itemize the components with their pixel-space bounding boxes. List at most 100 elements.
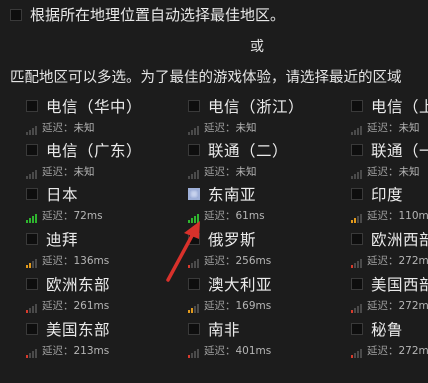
signal-icon xyxy=(188,214,200,223)
signal-icon xyxy=(188,126,200,135)
signal-icon xyxy=(351,214,363,223)
latency-text: 延迟：401ms xyxy=(204,343,271,358)
region-name: 澳大利亚 xyxy=(208,276,273,294)
region-item[interactable]: 联通（二） 延迟：未知 xyxy=(188,139,288,179)
latency-prefix: 延迟： xyxy=(367,210,399,222)
latency-text: 延迟：未知 xyxy=(367,164,420,179)
region-item[interactable]: 美国西部延迟：272ms xyxy=(351,273,428,313)
region-checkbox[interactable] xyxy=(188,144,200,156)
latency-prefix: 延迟： xyxy=(204,166,236,178)
region-name: 电信（广东） xyxy=(46,142,143,160)
latency-text: 延迟：272ms xyxy=(367,343,428,358)
latency-prefix: 延迟： xyxy=(204,255,236,267)
auto-select-label: 根据所在地理位置自动选择最佳地区。 xyxy=(30,6,286,24)
region-item[interactable]: 东南亚延迟：61ms xyxy=(188,183,265,223)
latency-value: 272ms xyxy=(398,345,428,357)
latency-value: 256ms xyxy=(235,255,272,267)
region-checkbox[interactable] xyxy=(351,323,363,335)
region-name: 俄罗斯 xyxy=(208,231,257,249)
region-item[interactable]: 俄罗斯延迟：256ms xyxy=(188,228,271,268)
region-name: 东南亚 xyxy=(208,186,257,204)
region-checkbox[interactable] xyxy=(188,233,200,245)
signal-icon xyxy=(188,349,200,358)
region-checkbox[interactable] xyxy=(26,188,38,200)
region-checkbox[interactable] xyxy=(351,233,363,245)
region-checkbox[interactable] xyxy=(26,233,38,245)
latency-text: 延迟：136ms xyxy=(42,253,109,268)
region-checkbox[interactable] xyxy=(26,278,38,290)
latency-prefix: 延迟： xyxy=(204,210,236,222)
latency-prefix: 延迟： xyxy=(367,300,399,312)
auto-select-row[interactable]: 根据所在地理位置自动选择最佳地区。 xyxy=(10,4,285,25)
latency-value: 61ms xyxy=(235,210,265,222)
region-item[interactable]: 联通（一 延迟：未知 xyxy=(351,139,428,179)
latency-prefix: 延迟： xyxy=(204,122,236,134)
signal-icon xyxy=(188,304,200,313)
latency-text: 延迟：110ms xyxy=(367,208,428,223)
latency-text: 延迟：256ms xyxy=(204,253,271,268)
region-item[interactable]: 迪拜 延迟：136ms xyxy=(26,228,109,268)
region-item[interactable]: 日本延迟：72ms xyxy=(26,183,103,223)
latency-prefix: 延迟： xyxy=(367,255,399,267)
auto-select-checkbox[interactable] xyxy=(10,8,22,21)
signal-icon xyxy=(26,259,38,268)
region-name: 欧洲西部 xyxy=(371,231,428,249)
region-description: 匹配地区可以多选。为了最佳的游戏体验，请选择最近的区域 xyxy=(10,70,402,86)
region-name: 欧洲东部 xyxy=(46,276,111,294)
latency-text: 延迟：61ms xyxy=(204,208,265,223)
region-name: 南非 xyxy=(208,321,241,339)
latency-value: 未知 xyxy=(398,166,420,178)
region-item[interactable]: 电信（浙江） 延迟：未知 xyxy=(188,95,304,135)
region-checkbox[interactable] xyxy=(351,144,363,156)
region-checkbox[interactable] xyxy=(188,188,200,200)
region-name: 秘鲁 xyxy=(371,321,404,339)
or-separator: 或 xyxy=(250,39,264,55)
latency-text: 延迟：72ms xyxy=(42,208,103,223)
latency-text: 延迟：未知 xyxy=(367,120,420,135)
latency-value: 未知 xyxy=(398,122,420,134)
region-checkbox[interactable] xyxy=(26,323,38,335)
latency-value: 未知 xyxy=(73,122,95,134)
region-checkbox[interactable] xyxy=(26,100,38,112)
signal-icon xyxy=(351,349,363,358)
latency-value: 261ms xyxy=(73,300,110,312)
latency-text: 延迟：261ms xyxy=(42,298,109,313)
signal-icon xyxy=(188,170,200,179)
region-checkbox[interactable] xyxy=(351,100,363,112)
latency-value: 401ms xyxy=(235,345,272,357)
signal-icon xyxy=(26,304,38,313)
region-checkbox[interactable] xyxy=(188,323,200,335)
region-item[interactable]: 南非延迟：401ms xyxy=(188,318,271,358)
region-item[interactable]: 秘鲁延迟：272ms xyxy=(351,318,428,358)
latency-text: 延迟：169ms xyxy=(204,298,271,313)
latency-value: 136ms xyxy=(73,255,110,267)
latency-value: 未知 xyxy=(235,166,257,178)
latency-text: 延迟：未知 xyxy=(42,164,95,179)
latency-prefix: 延迟： xyxy=(367,166,399,178)
latency-prefix: 延迟： xyxy=(42,210,74,222)
latency-text: 延迟：未知 xyxy=(42,120,95,135)
region-name: 印度 xyxy=(371,186,404,204)
region-item[interactable]: 澳大利亚延迟：169ms xyxy=(188,273,272,313)
region-name: 电信（浙江） xyxy=(208,98,305,116)
region-item[interactable]: 电信（华中） 延迟：未知 xyxy=(26,95,142,135)
signal-icon xyxy=(351,259,363,268)
region-item[interactable]: 欧洲东部延迟：261ms xyxy=(26,273,110,313)
region-item[interactable]: 美国东部 延迟：213ms xyxy=(26,318,110,358)
region-item[interactable]: 欧洲西部延迟：272ms xyxy=(351,228,428,268)
region-name: 日本 xyxy=(46,186,79,204)
region-checkbox[interactable] xyxy=(188,278,200,290)
region-item[interactable]: 电信（上 延迟：未知 xyxy=(351,95,428,135)
region-item[interactable]: 印度延迟：110ms xyxy=(351,183,428,223)
latency-text: 延迟：未知 xyxy=(204,120,257,135)
region-checkbox[interactable] xyxy=(26,144,38,156)
region-checkbox[interactable] xyxy=(188,100,200,112)
latency-text: 延迟：272ms xyxy=(367,298,428,313)
region-item[interactable]: 电信（广东） 延迟：未知 xyxy=(26,139,142,179)
signal-icon xyxy=(351,170,363,179)
region-checkbox[interactable] xyxy=(351,278,363,290)
region-checkbox[interactable] xyxy=(351,188,363,200)
latency-text: 延迟：213ms xyxy=(42,343,109,358)
latency-value: 272ms xyxy=(398,300,428,312)
latency-prefix: 延迟： xyxy=(42,166,74,178)
